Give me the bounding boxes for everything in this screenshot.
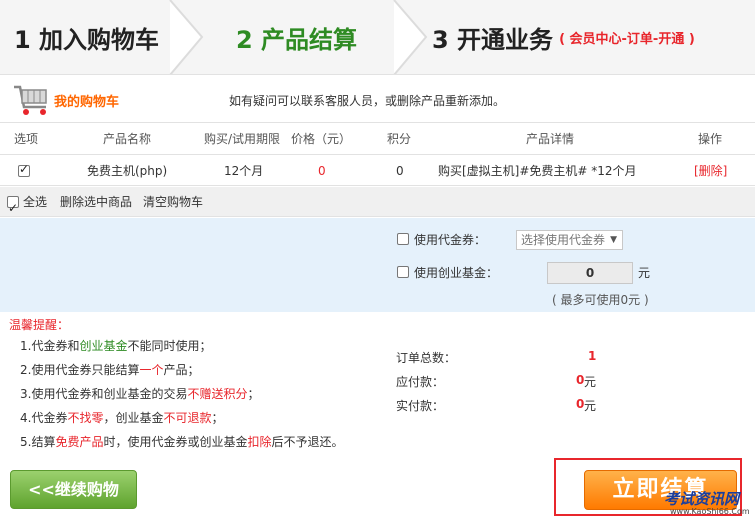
tip-text: 2.使用代金券只能结算 (20, 363, 140, 377)
delete-link[interactable]: [删除] (694, 156, 727, 186)
tip-highlight: 不可退款 (163, 411, 212, 425)
tip-text: 3.使用代金券和创业基金的交易 (20, 387, 188, 401)
clear-cart-link[interactable]: 清空购物车 (143, 187, 203, 217)
delete-selected-link[interactable]: 删除选中商品 (60, 187, 132, 217)
tip-text: ； (211, 411, 224, 425)
table-row: 免费主机(php) 12个月 0 0 购买[虚拟主机]#免费主机# *12个月 … (0, 156, 755, 186)
col-price: 价格（元） (291, 132, 352, 146)
paid-label: 实付款： (396, 399, 445, 413)
tip-4: 4.代金券不找零，创业基金不可退款； (20, 409, 224, 426)
tip-2: 2.使用代金券只能结算一个产品； (20, 361, 199, 378)
cart-title: 我的购物车 (54, 95, 120, 110)
col-option: 选项 (14, 132, 39, 146)
product-price: 0 (318, 164, 326, 178)
tip-text: 4.代金券 (20, 411, 68, 425)
tip-3: 3.使用代金券和创业基金的交易不赠送积分； (20, 385, 259, 402)
use-coupon-checkbox[interactable] (397, 233, 409, 245)
coupon-select-value: 选择使用代金券 (521, 233, 606, 247)
use-fund-label: 使用创业基金： (414, 266, 499, 280)
use-coupon-label: 使用代金券： (414, 233, 487, 247)
step-add-to-cart: 1 加入购物车 (14, 26, 160, 54)
col-detail: 产品详情 (526, 132, 575, 146)
continue-shopping-button[interactable]: <<继续购物 (10, 470, 137, 509)
order-count-value: 1 (588, 349, 597, 363)
product-points: 0 (396, 164, 404, 178)
cart-help-text: 如有疑问可以联系客服人员，或删除产品重新添加。 (229, 94, 506, 108)
product-detail: 购买[虚拟主机]#免费主机# *12个月 (438, 164, 637, 178)
col-period: 购买/试用期限 (204, 132, 281, 146)
tip-highlight: 不找零 (67, 411, 104, 425)
watermark-logo: 考试资讯网 (664, 490, 740, 508)
order-count-label: 订单总数： (396, 351, 457, 365)
tip-highlight: 创业基金 (79, 339, 128, 353)
tip-text: 产品； (163, 363, 200, 377)
tip-text: 不能同时使用； (127, 339, 212, 353)
coupon-select[interactable]: 选择使用代金券 ▼ (516, 230, 623, 250)
discount-panel: 使用代金券： 选择使用代金券 ▼ 使用创业基金： 0 元 ( 最多可使用0元 ) (0, 218, 755, 312)
tip-highlight: 免费产品 (55, 435, 104, 449)
tip-highlight: 扣除 (247, 435, 272, 449)
payable-label: 应付款： (396, 375, 445, 389)
tip-1: 1.代金券和创业基金不能同时使用； (20, 337, 211, 354)
tip-text: ； (247, 387, 260, 401)
tip-text: 时，使用代金券或创业基金 (103, 435, 248, 449)
cart-header: 我的购物车 如有疑问可以联系客服人员，或删除产品重新添加。 (0, 75, 755, 123)
tip-text: 后不予退还。 (271, 435, 344, 449)
col-points: 积分 (387, 132, 412, 146)
tips-title: 温馨提醒： (9, 318, 70, 332)
fund-amount-input[interactable]: 0 (547, 262, 633, 284)
tip-text: ，创业基金 (103, 411, 164, 425)
tip-text: 1.代金券和 (20, 339, 80, 353)
use-fund-checkbox[interactable] (397, 266, 409, 278)
col-product-name: 产品名称 (103, 132, 152, 146)
checkout-steps: 1 加入购物车 2 产品结算 3 开通业务 ( 会员中心-订单-开通 ) (0, 0, 755, 75)
product-period: 12个月 (224, 164, 264, 178)
tip-5: 5.结算免费产品时，使用代金券或创业基金扣除后不予退还。 (20, 433, 344, 450)
payable-unit: 元 (584, 375, 597, 389)
tip-highlight: 不赠送积分 (187, 387, 248, 401)
fund-max-text: ( 最多可使用0元 ) (552, 293, 649, 307)
step-checkout: 2 产品结算 (236, 26, 358, 54)
select-all-label[interactable]: 全选 (23, 187, 47, 217)
step-arrow-icon (393, 0, 428, 74)
step-arrow-icon (169, 0, 204, 74)
selection-bar: 全选 删除选中商品 清空购物车 (0, 187, 755, 223)
step-activate-label: 3 开通业务 (432, 26, 554, 54)
tip-highlight: 一个 (139, 363, 164, 377)
select-all-checkbox[interactable] (7, 193, 19, 223)
product-name: 免费主机(php) (87, 164, 168, 178)
row-checkbox[interactable] (18, 162, 30, 177)
step-activate-note: ( 会员中心-订单-开通 ) (559, 32, 695, 47)
cart-table-header: 选项 产品名称 购买/试用期限 价格（元） 积分 产品详情 操作 (0, 123, 755, 155)
tip-text: 5.结算 (20, 435, 56, 449)
step-activate: 3 开通业务 ( 会员中心-订单-开通 ) (432, 0, 695, 74)
watermark-url: www.KaoShi66.Com (670, 507, 750, 516)
paid-unit: 元 (584, 399, 597, 413)
fund-unit: 元 (638, 266, 651, 280)
chevron-down-icon: ▼ (610, 235, 617, 245)
col-action: 操作 (698, 132, 723, 146)
shopping-cart-icon (14, 85, 47, 115)
